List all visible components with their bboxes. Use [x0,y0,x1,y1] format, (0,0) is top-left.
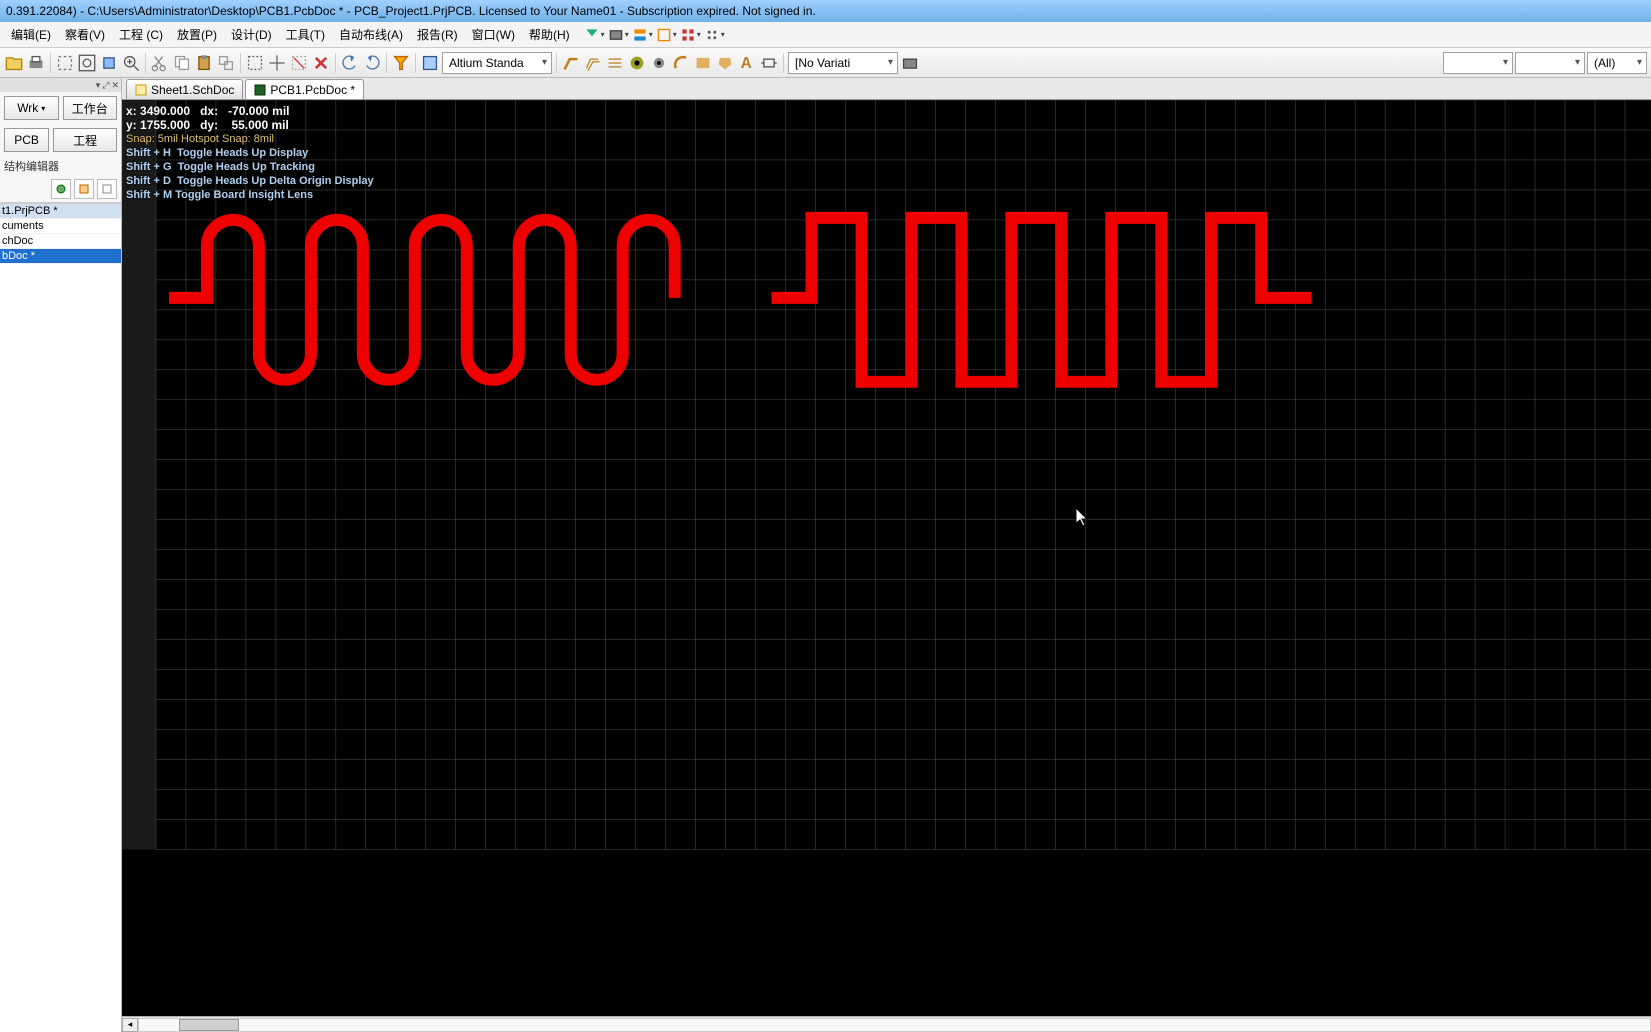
duplicate-icon[interactable] [216,53,236,73]
redo-icon[interactable] [362,53,382,73]
panel-tool-icon-1[interactable] [51,179,71,199]
tree-item[interactable]: chDoc [0,234,121,249]
menu-design[interactable]: 设计(D) [224,23,279,46]
undo-icon[interactable] [340,53,360,73]
open-icon[interactable] [4,53,24,73]
document-tab[interactable]: PCB1.PcbDoc * [245,79,364,99]
layerset-combo[interactable]: Altium Standa [442,52,552,74]
copy-icon[interactable] [172,53,192,73]
pad-icon[interactable] [627,53,647,73]
scroll-track[interactable] [138,1018,1651,1032]
zoom-selected-icon[interactable] [99,53,119,73]
project-button[interactable]: 工程 [53,128,117,152]
chevron-down-icon: ▾ [625,30,629,39]
arc-icon[interactable] [671,53,691,73]
cut-icon[interactable] [150,53,170,73]
scroll-thumb[interactable] [179,1019,239,1031]
route-multi-icon[interactable] [605,53,625,73]
chevron-down-icon: ▾ [721,30,725,39]
filter-combo-2[interactable] [1515,52,1585,74]
schematic-icon [135,84,147,96]
tree-item[interactable]: bDoc * [0,249,121,264]
project-file-label: PCB [4,128,49,152]
filter-combo-1[interactable] [1443,52,1513,74]
structure-editor-label: 结构编辑器 [0,156,121,176]
editor-area: Sheet1.SchDoc PCB1.PcbDoc * x: 3490.000 d… [122,78,1651,1032]
workspace-button[interactable]: 工作台 [63,96,118,120]
menu-window[interactable]: 窗口(W) [465,23,522,46]
via-icon[interactable] [649,53,669,73]
menu-dropdown-icon-3[interactable] [631,26,649,44]
title-text: 0.391.22084) - C:\Users\Administrator\De… [6,4,816,18]
route-track-icon[interactable] [561,53,581,73]
string-icon[interactable]: A [737,53,757,73]
zoom-area-icon[interactable] [55,53,75,73]
menu-tools[interactable]: 工具(T) [279,23,332,46]
panel-header-controls: ▾ ⤢ ✕ [0,78,121,92]
menu-dropdown-icon-5[interactable] [679,26,697,44]
deselect-icon[interactable] [289,53,309,73]
zoom-in-icon[interactable] [121,53,141,73]
menu-dropdown-icon-4[interactable] [655,26,673,44]
polygon-icon[interactable] [715,53,735,73]
variation-label: [No Variati [795,56,850,70]
filter-icon[interactable] [391,53,411,73]
menu-autoroute[interactable]: 自动布线(A) [332,23,410,46]
move-icon[interactable] [267,53,287,73]
tab-label: Sheet1.SchDoc [151,83,234,97]
pcb-icon [254,84,266,96]
panel-close-icon[interactable]: ✕ [111,80,119,91]
paste-icon[interactable] [194,53,214,73]
title-bar: 0.391.22084) - C:\Users\Administrator\De… [0,0,1651,22]
filter-scope-label: (All) [1594,56,1615,70]
panel-tool-icon-3[interactable] [97,179,117,199]
workspace-file-button[interactable]: Wrk [4,96,59,120]
menu-dropdown-icon-2[interactable] [607,26,625,44]
menu-project[interactable]: 工程 (C) [112,23,170,46]
menu-dropdown-icon-1[interactable] [583,26,601,44]
clear-icon[interactable] [311,53,331,73]
tree-item[interactable]: cuments [0,219,121,234]
menu-place[interactable]: 放置(P) [170,23,224,46]
tab-label: PCB1.PcbDoc * [270,83,355,97]
panel-dropdown-icon[interactable]: ▾ [96,80,101,91]
chevron-down-icon: ▾ [697,30,701,39]
svg-text:A: A [741,55,752,72]
variation-combo[interactable]: [No Variati [788,52,898,74]
project-tree[interactable]: t1.PrjPCB *cumentschDocbDoc * [0,203,121,1032]
print-icon[interactable] [26,53,46,73]
toolbar: Altium Standa A [No Variati (All) [0,48,1651,78]
zoom-fit-icon[interactable] [77,53,97,73]
component-icon[interactable] [759,53,779,73]
filter-scope-combo[interactable]: (All) [1587,52,1647,74]
document-tabs: Sheet1.SchDoc PCB1.PcbDoc * [122,78,1651,100]
projects-panel: ▾ ⤢ ✕ Wrk 工作台 PCB 工程 结构编辑器 t1.PrjPCB *cu… [0,78,122,1032]
tree-item[interactable]: t1.PrjPCB * [0,204,121,219]
panel-pin-icon[interactable]: ⤢ [102,80,109,91]
horizontal-scrollbar[interactable]: ◂ [122,1016,1651,1032]
pcb-canvas[interactable]: x: 3490.000 dx: -70.000 mil y: 1755.000 … [122,100,1651,1016]
variation-config-icon[interactable] [900,53,920,73]
chevron-down-icon: ▾ [649,30,653,39]
menu-help[interactable]: 帮助(H) [522,23,577,46]
layerset-label: Altium Standa [449,56,524,70]
fill-icon[interactable] [693,53,713,73]
menu-dropdown-icon-6[interactable] [703,26,721,44]
chevron-down-icon: ▾ [673,30,677,39]
menu-bar: 编辑(E) 察看(V) 工程 (C) 放置(P) 设计(D) 工具(T) 自动布… [0,22,1651,48]
select-rect-icon[interactable] [245,53,265,73]
panel-tool-icon-2[interactable] [74,179,94,199]
chevron-down-icon: ▾ [601,30,605,39]
menu-view[interactable]: 察看(V) [58,23,112,46]
route-diff-icon[interactable] [583,53,603,73]
menu-report[interactable]: 报告(R) [410,23,465,46]
main-area: ▾ ⤢ ✕ Wrk 工作台 PCB 工程 结构编辑器 t1.PrjPCB *cu… [0,78,1651,1032]
pcb-canvas-svg[interactable] [122,100,1651,850]
menu-edit[interactable]: 编辑(E) [4,23,58,46]
browse-icon[interactable] [420,53,440,73]
scroll-left-button[interactable]: ◂ [122,1018,138,1032]
document-tab[interactable]: Sheet1.SchDoc [126,79,243,99]
